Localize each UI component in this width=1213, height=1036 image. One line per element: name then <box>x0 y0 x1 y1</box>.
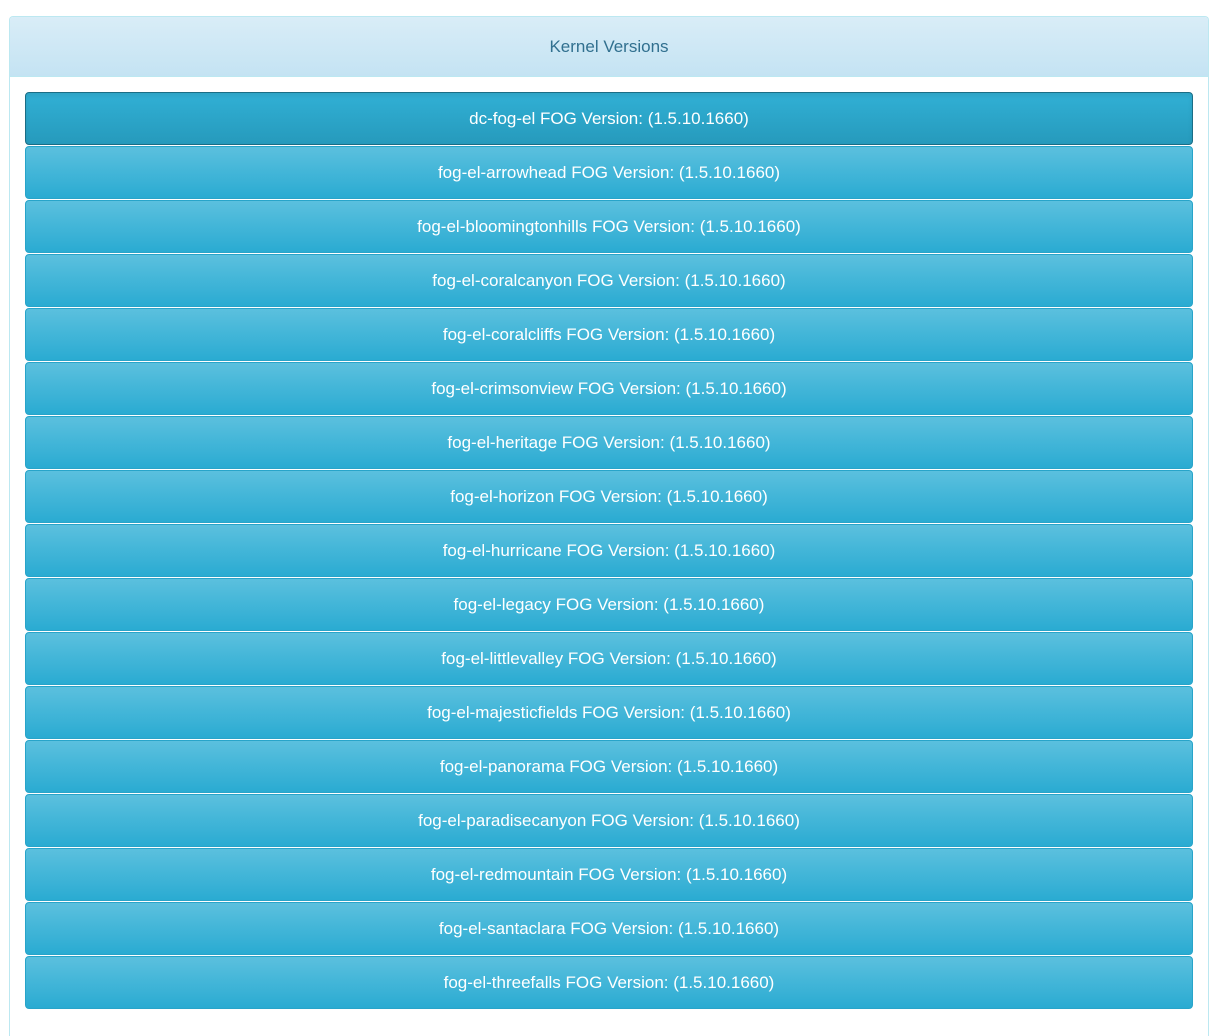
panel-heading: Kernel Versions <box>10 17 1208 77</box>
version-button-fog-el-arrowhead[interactable]: fog-el-arrowhead FOG Version: (1.5.10.16… <box>25 146 1193 199</box>
version-button-fog-el-coralcliffs[interactable]: fog-el-coralcliffs FOG Version: (1.5.10.… <box>25 308 1193 361</box>
version-button-fog-el-paradisecanyon[interactable]: fog-el-paradisecanyon FOG Version: (1.5.… <box>25 794 1193 847</box>
version-button-fog-el-panorama[interactable]: fog-el-panorama FOG Version: (1.5.10.166… <box>25 740 1193 793</box>
version-button-fog-el-majesticfields[interactable]: fog-el-majesticfields FOG Version: (1.5.… <box>25 686 1193 739</box>
version-list: dc-fog-el FOG Version: (1.5.10.1660) fog… <box>25 92 1193 1010</box>
panel-body: dc-fog-el FOG Version: (1.5.10.1660) fog… <box>10 77 1208 1010</box>
version-button-fog-el-hurricane[interactable]: fog-el-hurricane FOG Version: (1.5.10.16… <box>25 524 1193 577</box>
version-button-fog-el-threefalls[interactable]: fog-el-threefalls FOG Version: (1.5.10.1… <box>25 956 1193 1009</box>
version-button-fog-el-bloomingtonhills[interactable]: fog-el-bloomingtonhills FOG Version: (1.… <box>25 200 1193 253</box>
panel-title: Kernel Versions <box>549 36 669 56</box>
version-button-fog-el-littlevalley[interactable]: fog-el-littlevalley FOG Version: (1.5.10… <box>25 632 1193 685</box>
version-button-fog-el-redmountain[interactable]: fog-el-redmountain FOG Version: (1.5.10.… <box>25 848 1193 901</box>
version-button-fog-el-legacy[interactable]: fog-el-legacy FOG Version: (1.5.10.1660) <box>25 578 1193 631</box>
version-button-fog-el-coralcanyon[interactable]: fog-el-coralcanyon FOG Version: (1.5.10.… <box>25 254 1193 307</box>
version-button-dc-fog-el[interactable]: dc-fog-el FOG Version: (1.5.10.1660) <box>25 92 1193 145</box>
kernel-versions-panel: Kernel Versions dc-fog-el FOG Version: (… <box>9 16 1209 1036</box>
version-button-fog-el-heritage[interactable]: fog-el-heritage FOG Version: (1.5.10.166… <box>25 416 1193 469</box>
version-button-fog-el-santaclara[interactable]: fog-el-santaclara FOG Version: (1.5.10.1… <box>25 902 1193 955</box>
version-button-fog-el-horizon[interactable]: fog-el-horizon FOG Version: (1.5.10.1660… <box>25 470 1193 523</box>
version-button-fog-el-crimsonview[interactable]: fog-el-crimsonview FOG Version: (1.5.10.… <box>25 362 1193 415</box>
